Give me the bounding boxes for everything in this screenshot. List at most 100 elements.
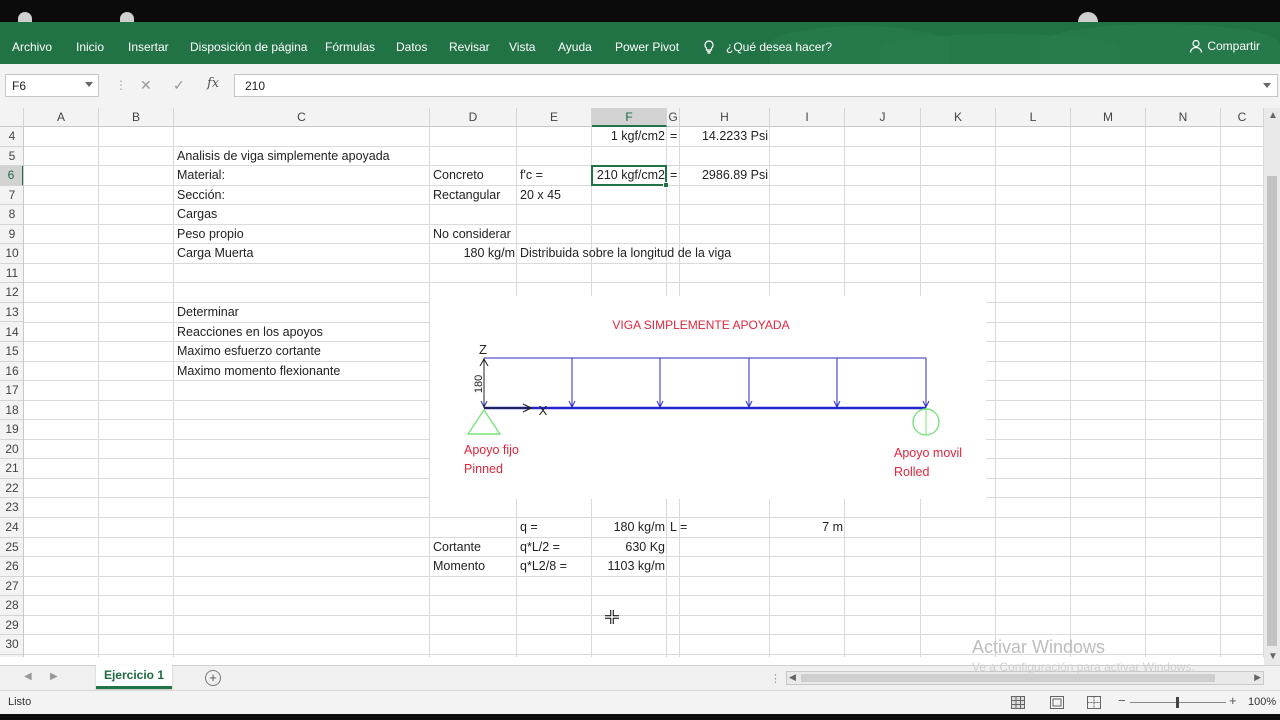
row-header-29[interactable]: 29 <box>0 616 23 636</box>
row-header-12[interactable]: 12 <box>0 283 23 303</box>
scroll-down-icon[interactable]: ▼ <box>1268 651 1278 662</box>
cell-g4[interactable]: = <box>668 127 679 147</box>
beam-diagram[interactable]: VIGA SIMPLEMENTE APOYADA Z X 180 Apoyo f… <box>430 296 986 499</box>
row-header-24[interactable]: 24 <box>0 518 23 538</box>
tab-power-pivot[interactable]: Power Pivot <box>615 40 679 54</box>
row-header-21[interactable]: 21 <box>0 459 23 479</box>
vertical-scrollbar[interactable]: ▲ ▼ <box>1264 108 1280 665</box>
column-header-g[interactable]: G <box>667 108 680 127</box>
scroll-right-icon[interactable]: ▶ <box>1254 672 1261 683</box>
page-layout-icon[interactable] <box>1050 696 1064 709</box>
cell-c5[interactable]: Analisis de viga simplemente apoyada <box>175 147 392 167</box>
cell-e25[interactable]: q*L/2 = <box>518 538 562 558</box>
save-icon[interactable] <box>120 12 134 22</box>
row-header-5[interactable]: 5 <box>0 147 23 167</box>
row-header-10[interactable]: 10 <box>0 244 23 264</box>
chevron-down-icon[interactable] <box>85 82 93 87</box>
tab-formulas[interactable]: Fórmulas <box>325 40 375 54</box>
column-header-i[interactable]: I <box>770 108 845 127</box>
row-header-30[interactable]: 30 <box>0 635 23 655</box>
cell-c7[interactable]: Sección: <box>175 186 227 206</box>
enter-icon[interactable]: ✓ <box>173 77 185 94</box>
tab-ayuda[interactable]: Ayuda <box>558 40 592 54</box>
column-header-k[interactable]: K <box>921 108 996 127</box>
cell-f25[interactable]: 630 Kg <box>592 538 667 558</box>
vertical-scroll-thumb[interactable] <box>1267 176 1277 646</box>
tab-revisar[interactable]: Revisar <box>449 40 490 54</box>
cell-d10[interactable]: 180 kg/m <box>430 244 517 264</box>
cell-c16[interactable]: Maximo momento flexionante <box>175 362 342 382</box>
row-header-23[interactable]: 23 <box>0 498 23 518</box>
row-header-6[interactable]: 6 <box>0 166 23 186</box>
formula-input[interactable]: 210 <box>234 74 1278 97</box>
column-header-n[interactable]: N <box>1146 108 1221 127</box>
cell-d6[interactable]: Concreto <box>431 166 486 186</box>
row-header-28[interactable]: 28 <box>0 596 23 616</box>
cell-d25[interactable]: Cortante <box>431 538 483 558</box>
cell-g6[interactable]: = <box>668 166 679 186</box>
account-icon[interactable] <box>1078 12 1098 22</box>
cell-c10[interactable]: Carga Muerta <box>175 244 255 264</box>
normal-view-icon[interactable] <box>1011 696 1025 709</box>
column-header-c-2[interactable]: C <box>1221 108 1264 127</box>
cell-f4[interactable]: 1 kgf/cm2 <box>592 127 667 147</box>
cancel-icon[interactable]: ✕ <box>140 77 152 94</box>
tab-disposicion[interactable]: Disposición de página <box>190 40 307 54</box>
column-header-c[interactable]: C <box>174 108 430 127</box>
row-header-19[interactable]: 19 <box>0 420 23 440</box>
row-header-16[interactable]: 16 <box>0 362 23 382</box>
row-header-8[interactable]: 8 <box>0 205 23 225</box>
cell-d9[interactable]: No considerar <box>431 225 513 245</box>
insert-function-icon[interactable]: fx <box>207 76 219 91</box>
row-header-20[interactable]: 20 <box>0 440 23 460</box>
row-header-14[interactable]: 14 <box>0 323 23 342</box>
cell-c14[interactable]: Reacciones en los apoyos <box>175 323 325 343</box>
cell-e7[interactable]: 20 x 45 <box>518 186 563 206</box>
tell-me-search[interactable]: ¿Qué desea hacer? <box>726 40 832 54</box>
sheet-tab-ejercicio-1[interactable]: Ejercicio 1 <box>96 665 172 689</box>
tab-datos[interactable]: Datos <box>396 40 427 54</box>
prev-sheet-icon[interactable]: ◀ <box>24 671 32 682</box>
row-header-18[interactable]: 18 <box>0 401 23 421</box>
column-header-l[interactable]: L <box>996 108 1071 127</box>
share-button[interactable]: Compartir <box>1189 39 1260 53</box>
column-header-a[interactable]: A <box>24 108 99 127</box>
cell-f26[interactable]: 1103 kg/m <box>592 557 667 577</box>
cell-e6[interactable]: f'c = <box>518 166 545 186</box>
next-sheet-icon[interactable]: ▶ <box>50 671 58 682</box>
add-sheet-button[interactable]: + <box>205 670 221 686</box>
expand-formula-icon[interactable] <box>1263 83 1271 88</box>
row-header-25[interactable]: 25 <box>0 538 23 558</box>
zoom-in-icon[interactable]: + <box>1229 693 1237 708</box>
active-cell-border[interactable] <box>591 165 669 188</box>
cell-h6[interactable]: 2986.89 Psi <box>680 166 770 186</box>
cell-d26[interactable]: Momento <box>431 557 487 577</box>
tab-archivo[interactable]: Archivo <box>12 40 52 54</box>
column-header-d[interactable]: D <box>430 108 517 127</box>
cell-i24[interactable]: 7 m <box>770 518 845 538</box>
column-header-h[interactable]: H <box>680 108 770 127</box>
column-header-f[interactable]: F <box>592 108 667 127</box>
cell-c9[interactable]: Peso propio <box>175 225 246 245</box>
cell-g24[interactable]: L = <box>668 518 689 538</box>
tab-vista[interactable]: Vista <box>509 40 535 54</box>
column-header-b[interactable]: B <box>99 108 174 127</box>
row-header-22[interactable]: 22 <box>0 479 23 499</box>
zoom-slider-thumb[interactable] <box>1176 697 1179 708</box>
scroll-left-icon[interactable]: ◀ <box>789 672 796 683</box>
zoom-out-icon[interactable]: − <box>1118 693 1126 708</box>
horizontal-scroll-thumb[interactable] <box>801 674 1215 682</box>
row-header-26[interactable]: 26 <box>0 557 23 577</box>
cell-c8[interactable]: Cargas <box>175 205 219 225</box>
row-header-17[interactable]: 17 <box>0 381 23 401</box>
cell-f24[interactable]: 180 kg/m <box>592 518 667 538</box>
zoom-level[interactable]: 100% <box>1248 696 1276 708</box>
row-header-9[interactable]: 9 <box>0 225 23 245</box>
quick-access-icon[interactable] <box>18 12 32 22</box>
cell-e26[interactable]: q*L2/8 = <box>518 557 569 577</box>
select-all-corner[interactable] <box>0 108 24 127</box>
scroll-up-icon[interactable]: ▲ <box>1268 110 1278 121</box>
cell-c15[interactable]: Maximo esfuerzo cortante <box>175 342 323 362</box>
row-header-4[interactable]: 4 <box>0 127 23 147</box>
row-header-11[interactable]: 11 <box>0 264 23 284</box>
